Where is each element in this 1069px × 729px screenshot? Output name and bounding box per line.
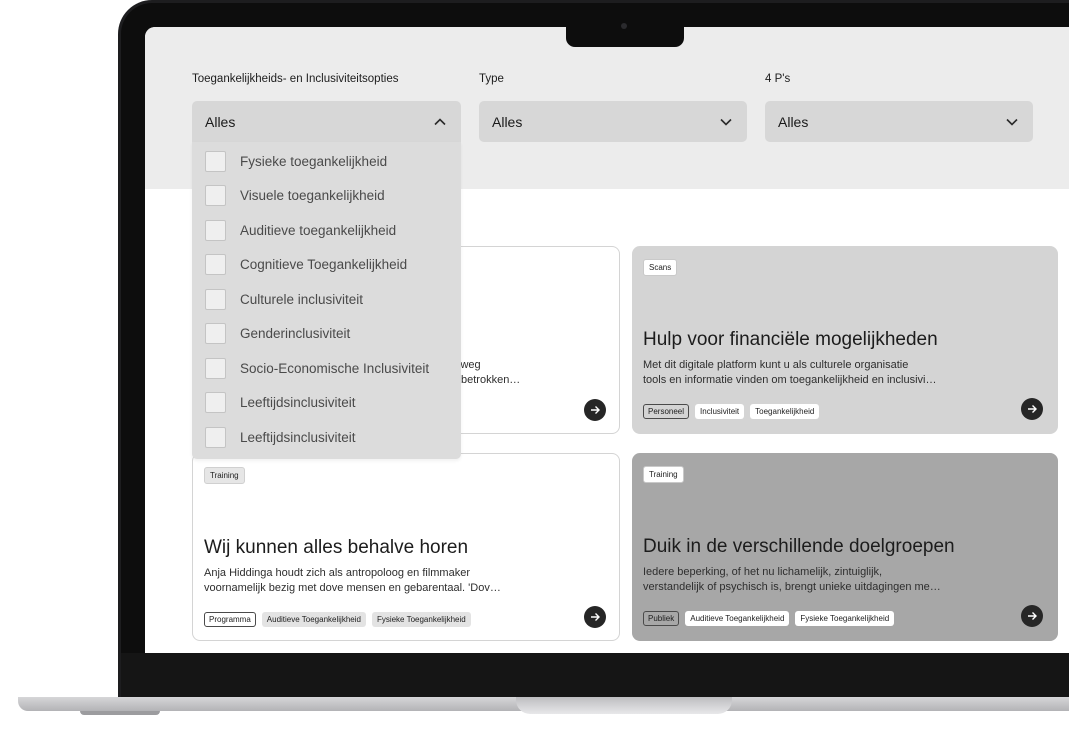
accessibility-select-value: Alles [205,113,236,130]
arrow-right-icon [1028,612,1037,620]
checkbox[interactable] [205,357,226,379]
option-label: Cognitieve Toegankelijkheid [240,257,408,273]
tag[interactable]: Auditieve Toegankelijkheid [261,612,366,627]
accessibility-dropdown-menu: Fysieke toegankelijkheid Visuele toegank… [192,142,461,459]
tag[interactable]: Publiek [643,611,680,626]
card-tags: Publiek Auditieve Toegankelijkheid Fysie… [643,611,895,626]
arrow-right-icon [591,613,600,621]
type-select[interactable]: Alles [479,101,747,142]
camera-icon [621,23,627,29]
option-label: Socio-Economische Inclusiviteit [240,360,430,376]
checkbox[interactable] [205,150,226,172]
chevron-down-icon [1005,115,1019,129]
card-description: Iedere beperking, of het nu lichamelijk,… [643,566,883,578]
tag[interactable]: Programma [204,612,256,627]
laptop-bottom-bezel [121,653,1069,697]
checkbox[interactable] [205,254,226,276]
accessibility-filter-label: Toegankelijkheids- en Inclusiviteitsopti… [192,73,399,85]
card-description: voornamelijk bezig met dove mensen en ge… [204,582,501,594]
type-filter-label: Type [479,73,504,85]
option-label: Culturele inclusiviteit [240,291,364,307]
tag[interactable]: Fysieke Toegankelijkheid [795,611,895,626]
card-open-button[interactable] [1021,605,1043,627]
dropdown-option[interactable]: Genderinclusiviteit [192,317,461,352]
screen: Toegankelijkheids- en Inclusiviteitsopti… [145,27,1069,653]
checkbox[interactable] [205,426,226,448]
laptop-opening-notch [516,697,732,714]
checkbox[interactable] [205,288,226,310]
card-category-badge: Scans [643,259,678,276]
dropdown-option[interactable]: Culturele inclusiviteit [192,282,461,317]
tag[interactable]: Personeel [643,404,690,419]
resource-card-2[interactable]: Scans Hulp voor financiële mogelijkheden… [632,246,1058,434]
card-category-badge: Training [204,467,245,484]
option-label: Visuele toegankelijkheid [240,188,385,204]
card-tags: Personeel Inclusiviteit Toegankelijkheid [643,404,820,419]
card-description-fragment: lweg [458,359,481,371]
card-title: Hulp voor financiële mogelijkheden [643,329,938,350]
arrow-right-icon [1028,405,1037,413]
checkbox[interactable] [205,392,226,414]
card-open-button[interactable] [584,606,606,628]
card-title: Duik in de verschillende doelgroepen [643,536,955,557]
checkbox[interactable] [205,219,226,241]
resource-card-4[interactable]: Training Duik in de verschillende doelgr… [632,453,1058,641]
resource-card-3[interactable]: Training Wij kunnen alles behalve horen … [192,453,620,641]
dropdown-option[interactable]: Fysieke toegankelijkheid [192,144,461,179]
card-description: Met dit digitale platform kunt u als cul… [643,359,909,371]
option-label: Fysieke toegankelijkheid [240,153,388,169]
dropdown-option[interactable]: Cognitieve Toegankelijkheid [192,248,461,283]
tag[interactable]: Fysieke Toegankelijkheid [371,612,471,627]
card-description: Anja Hiddinga houdt zich als antropoloog… [204,567,470,579]
four-p-select-value: Alles [778,113,809,130]
option-label: Auditieve toegankelijkheid [240,222,397,238]
chevron-down-icon [719,115,733,129]
dropdown-option[interactable]: Auditieve toegankelijkheid [192,213,461,248]
tag[interactable]: Auditieve Toegankelijkheid [685,611,790,626]
laptop-foot [80,711,160,715]
card-tags: Programma Auditieve Toegankelijkheid Fys… [204,612,471,627]
arrow-right-icon [591,406,600,414]
four-p-filter-label: 4 P's [765,73,791,85]
card-title: Wij kunnen alles behalve horen [204,537,469,558]
card-description: tools en informatie vinden om toegankeli… [643,374,937,386]
checkbox[interactable] [205,185,226,207]
camera-notch [566,26,684,47]
card-category-badge: Training [643,466,684,483]
dropdown-option[interactable]: Leeftijdsinclusiviteit [192,420,461,455]
card-description-fragment: betrokken… [461,374,521,386]
card-open-button[interactable] [584,399,606,421]
dropdown-option[interactable]: Leeftijdsinclusiviteit [192,386,461,421]
tag[interactable]: Toegankelijkheid [750,404,820,419]
option-label: Leeftijdsinclusiviteit [240,429,356,445]
chevron-up-icon [433,115,447,129]
dropdown-option[interactable]: Visuele toegankelijkheid [192,179,461,214]
card-description: verstandelijk of psychisch is, brengt un… [643,581,941,593]
tag[interactable]: Inclusiviteit [695,404,745,419]
dropdown-option[interactable]: Socio-Economische Inclusiviteit [192,351,461,386]
option-label: Leeftijdsinclusiviteit [240,395,356,411]
option-label: Genderinclusiviteit [240,326,351,342]
type-select-value: Alles [492,113,523,130]
accessibility-select[interactable]: Alles [192,101,461,142]
four-p-select[interactable]: Alles [765,101,1033,142]
checkbox[interactable] [205,323,226,345]
card-open-button[interactable] [1021,398,1043,420]
